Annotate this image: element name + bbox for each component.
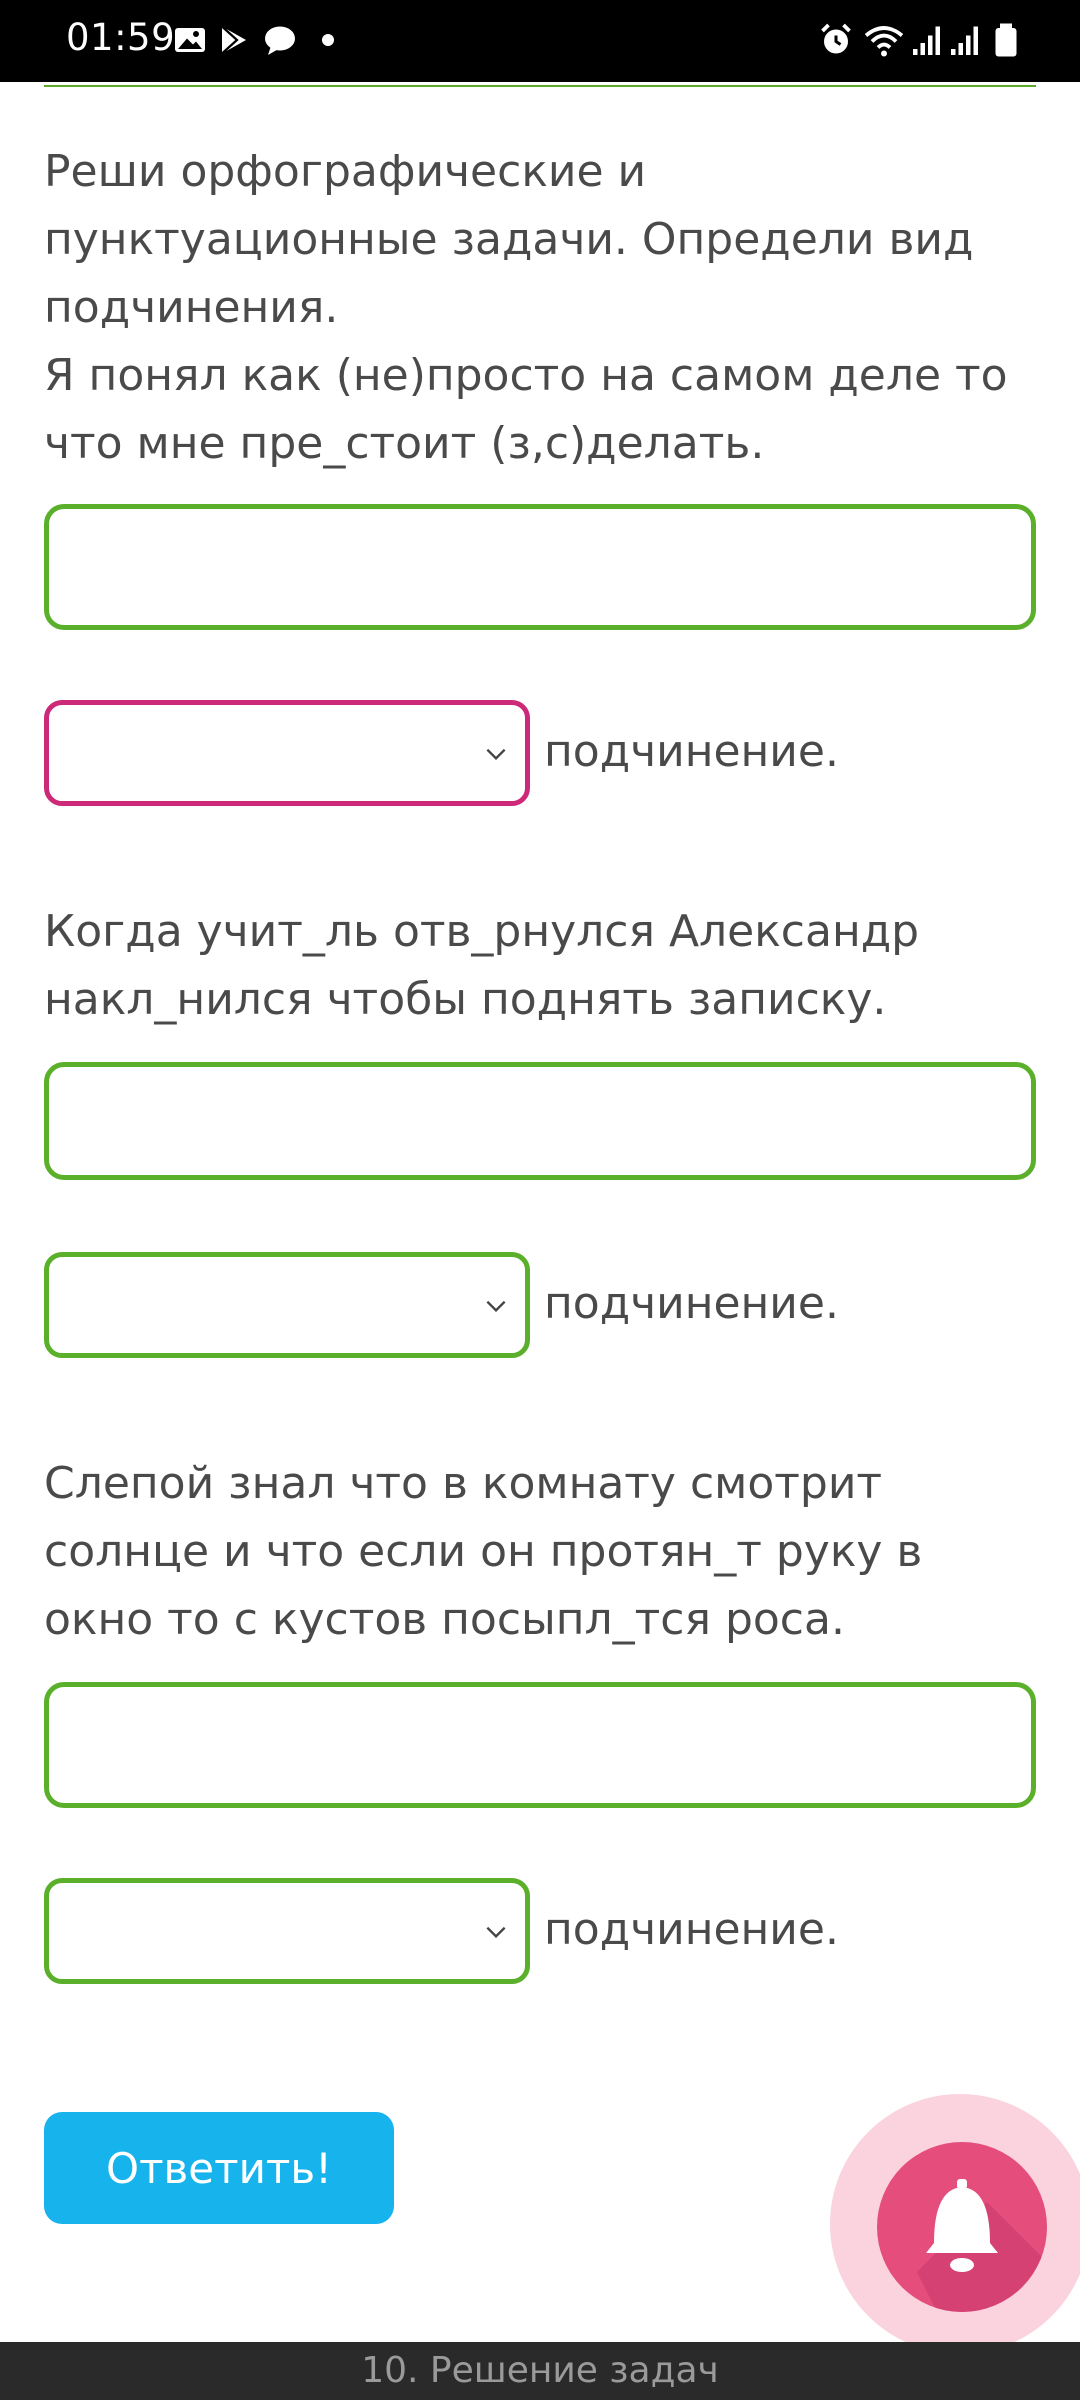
subordination-select-3[interactable] <box>44 1878 530 1984</box>
status-time: 01:59 <box>66 16 176 59</box>
section-title: 10. Решение задач <box>361 2350 719 2391</box>
battery-icon <box>995 23 1017 57</box>
signal-icon <box>913 26 940 55</box>
answer-input-1[interactable] <box>44 504 1036 630</box>
select-suffix: подчинение. <box>544 726 839 777</box>
chevron-down-icon <box>486 1926 506 1939</box>
answer-input-3[interactable] <box>44 1682 1036 1808</box>
chat-bubble-icon <box>265 26 295 55</box>
sentence-2: Когда учит_ль отв_рнулся Александр накл_… <box>44 906 920 1025</box>
subordination-select-2[interactable] <box>44 1252 530 1358</box>
alarm-icon <box>821 23 851 54</box>
select-suffix: подчинение. <box>544 1278 839 1329</box>
notification-button[interactable] <box>877 2142 1047 2312</box>
submit-button[interactable]: Ответить! <box>44 2112 394 2224</box>
subordination-select-1[interactable] <box>44 700 530 806</box>
status-bar: 01:59 <box>0 0 1080 82</box>
task-instruction: Реши орфографические и пунктуационные за… <box>44 146 974 333</box>
divider <box>44 85 1036 87</box>
bottom-bar: 10. Решение задач <box>0 2342 1080 2400</box>
sentence-3: Слепой знал что в комнату смотрит солнце… <box>44 1458 923 1645</box>
answer-input-2[interactable] <box>44 1062 1036 1180</box>
select-suffix: подчинение. <box>544 1904 839 1955</box>
wifi-icon <box>864 26 904 57</box>
chevron-down-icon <box>486 748 506 761</box>
dot-icon <box>322 34 334 46</box>
bell-icon <box>926 2179 998 2272</box>
gallery-icon <box>175 28 205 52</box>
play-store-icon <box>221 25 246 55</box>
signal-icon <box>951 26 978 55</box>
chevron-down-icon <box>486 1300 506 1313</box>
sentence-1: Я понял как (не)просто на самом деле то … <box>44 350 1008 469</box>
